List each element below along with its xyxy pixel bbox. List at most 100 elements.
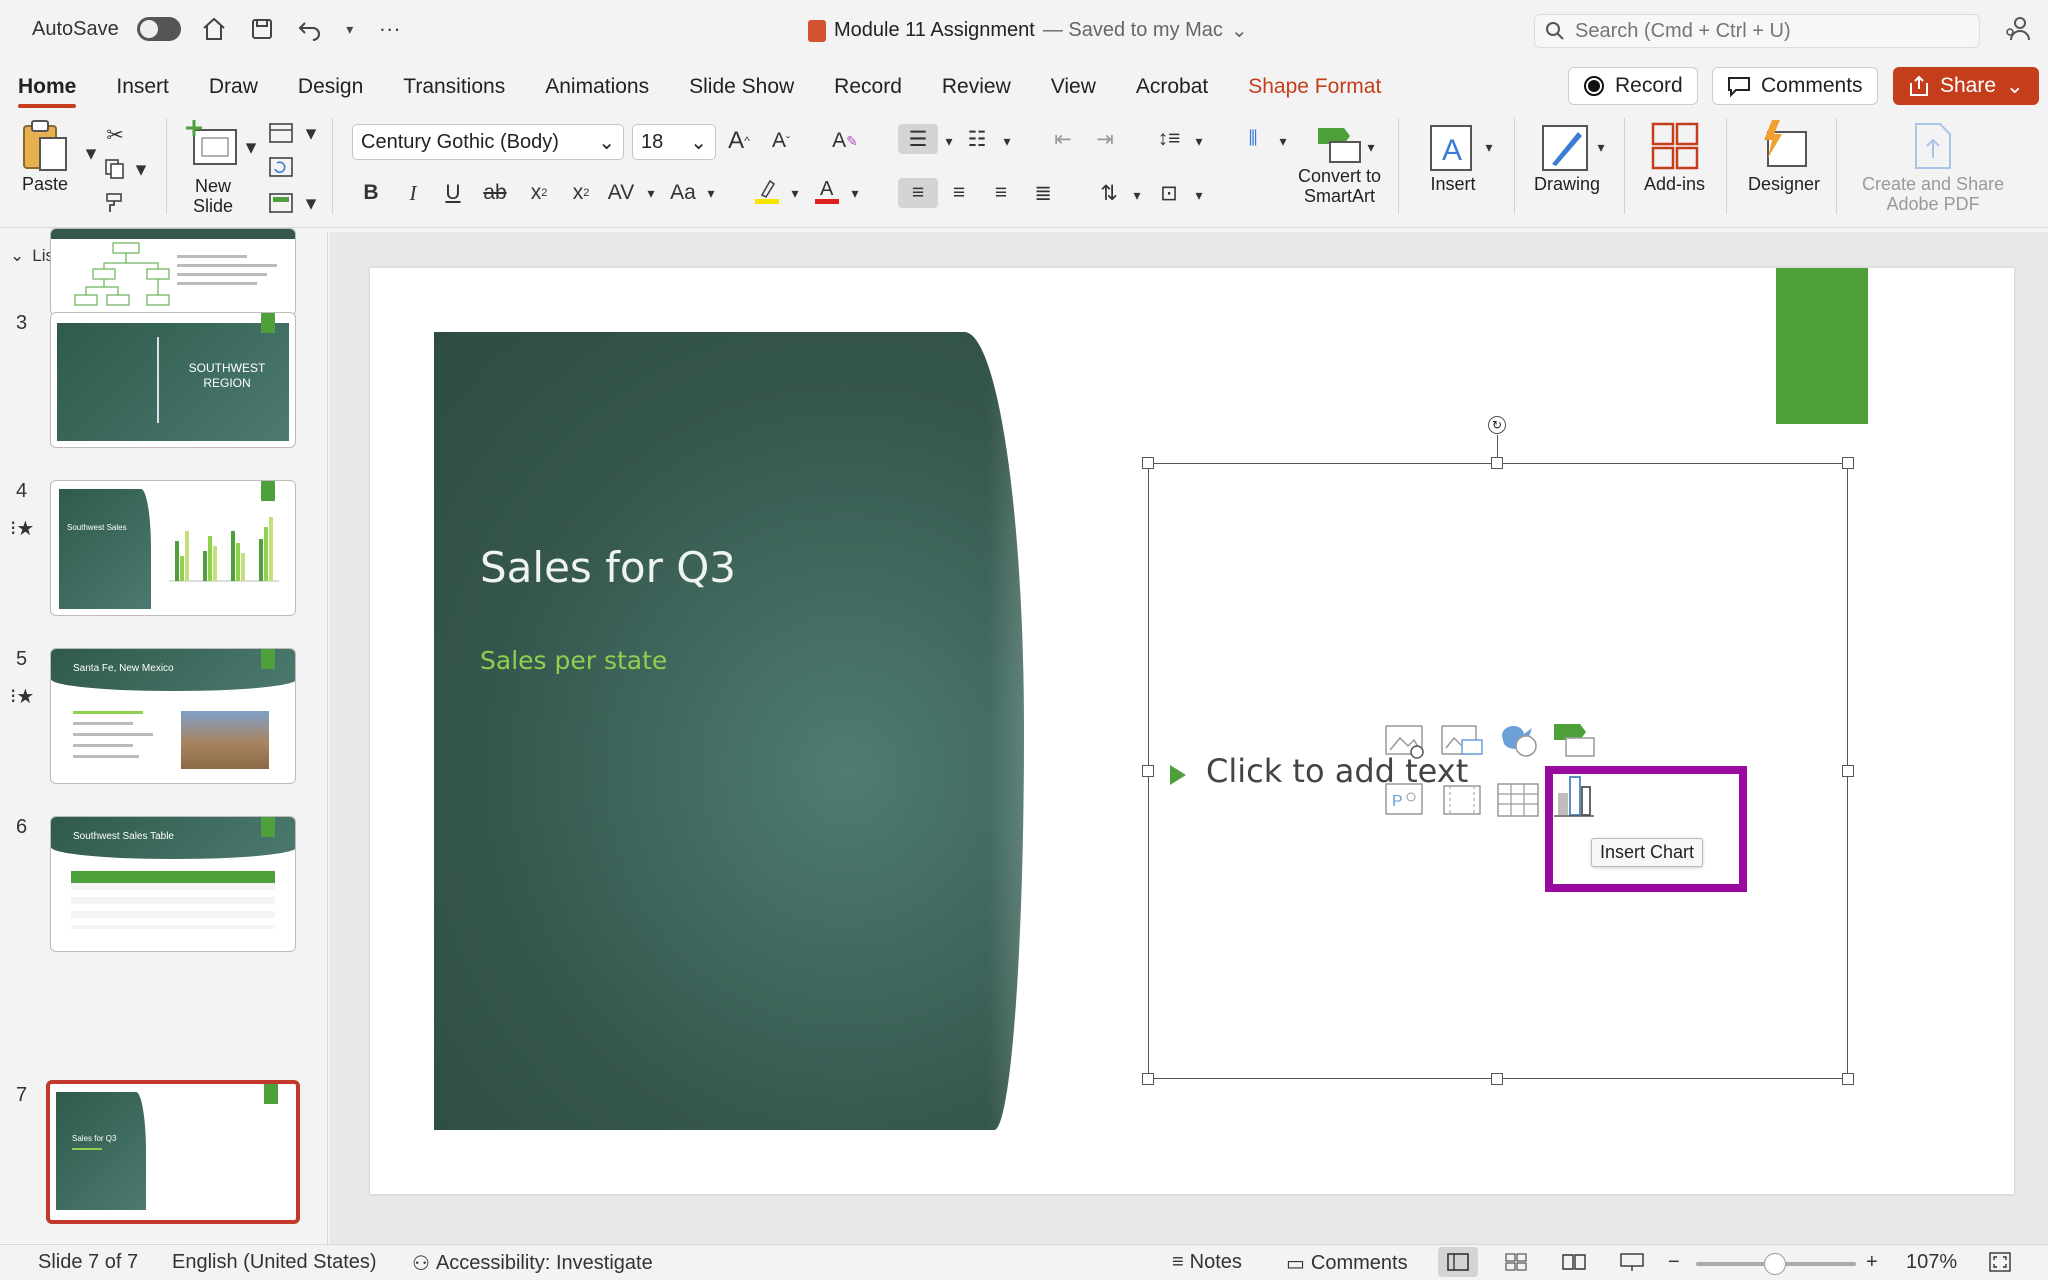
placeholder-text[interactable]: Click to add text — [1206, 752, 1468, 790]
slide-sorter-icon[interactable] — [1496, 1247, 1536, 1277]
undo-icon[interactable] — [295, 14, 325, 44]
bullets-icon[interactable]: ☰ — [898, 124, 938, 154]
text-direction-dropdown-icon[interactable]: ▾ — [1122, 180, 1152, 210]
zoom-level[interactable]: 107% — [1906, 1251, 1957, 1274]
section-icon[interactable] — [266, 188, 296, 218]
resize-handle[interactable] — [1842, 1073, 1854, 1085]
resize-handle[interactable] — [1142, 765, 1154, 777]
slide[interactable]: Sales for Q3 Sales per state ↻ Click to … — [370, 268, 2014, 1194]
reset-icon[interactable] — [266, 152, 296, 182]
tab-shape-format[interactable]: Shape Format — [1248, 64, 1401, 110]
save-icon[interactable] — [247, 14, 277, 44]
resize-handle[interactable] — [1491, 1073, 1503, 1085]
tab-review[interactable]: Review — [942, 64, 1031, 110]
slide-thumbnail-6[interactable]: Southwest Sales Table — [50, 816, 296, 952]
tab-draw[interactable]: Draw — [209, 64, 278, 110]
underline-button[interactable]: U — [438, 178, 468, 208]
cameo-icon[interactable]: P — [1384, 780, 1428, 820]
character-spacing-dropdown-icon[interactable]: ▾ — [636, 178, 666, 208]
smartart-dropdown-icon[interactable]: ▾ — [1356, 132, 1386, 162]
strikethrough-button[interactable]: ab — [480, 178, 510, 208]
clear-formatting-icon[interactable]: A ✎ — [830, 126, 860, 156]
subscript-button[interactable]: x2 — [566, 178, 596, 208]
numbering-dropdown-icon[interactable]: ▾ — [992, 126, 1022, 156]
italic-button[interactable]: I — [398, 178, 428, 208]
slide-thumbnail-2[interactable] — [50, 228, 296, 316]
slide-title[interactable]: Sales for Q3 — [480, 543, 736, 592]
tab-animations[interactable]: Animations — [545, 64, 669, 110]
layout-icon[interactable] — [266, 118, 296, 148]
icons-icon[interactable] — [1496, 718, 1540, 758]
slide-thumbnail-4[interactable]: Southwest Sales — [50, 480, 296, 616]
slide-thumbnail-5[interactable]: Santa Fe, New Mexico — [50, 648, 296, 784]
status-comments-button[interactable]: ▭ Comments — [1286, 1251, 1408, 1276]
tab-view[interactable]: View — [1051, 64, 1116, 110]
slide-thumbnail-3[interactable]: SOUTHWEST REGION — [50, 312, 296, 448]
designer-button[interactable]: Designer — [1748, 118, 1820, 194]
video-icon[interactable] — [1440, 780, 1484, 820]
numbering-icon[interactable]: ☷ — [962, 124, 992, 154]
change-case-icon[interactable]: Aa — [668, 178, 698, 208]
font-color-icon[interactable]: A — [812, 176, 842, 206]
search-box[interactable] — [1534, 14, 1980, 48]
new-slide-dropdown-icon[interactable]: ▾ — [236, 132, 266, 162]
resize-handle[interactable] — [1842, 765, 1854, 777]
cut-icon[interactable]: ✂ — [100, 120, 130, 150]
align-left-icon[interactable]: ≡ — [898, 178, 938, 208]
insert-shapes-button[interactable]: A Insert — [1428, 118, 1478, 194]
share-button[interactable]: Share ⌄ — [1893, 67, 2039, 105]
copy-dropdown-icon[interactable]: ▾ — [126, 154, 156, 184]
align-text-dropdown-icon[interactable]: ▾ — [1184, 180, 1214, 210]
addins-button[interactable]: Add-ins — [1644, 118, 1705, 194]
increase-indent-icon[interactable]: ⇥ — [1090, 124, 1120, 154]
highlight-dropdown-icon[interactable]: ▾ — [780, 178, 810, 208]
decrease-indent-icon[interactable]: ⇤ — [1048, 124, 1078, 154]
tab-insert[interactable]: Insert — [116, 64, 189, 110]
new-slide-button[interactable]: New Slide — [186, 118, 240, 216]
comments-button[interactable]: Comments — [1712, 67, 1878, 105]
search-input[interactable] — [1575, 19, 1955, 43]
font-color-dropdown-icon[interactable]: ▾ — [840, 178, 870, 208]
superscript-button[interactable]: x2 — [524, 178, 554, 208]
resize-handle[interactable] — [1142, 1073, 1154, 1085]
columns-dropdown-icon[interactable]: ▾ — [1268, 126, 1298, 156]
text-direction-icon[interactable]: ⇅ — [1094, 178, 1124, 208]
resize-handle[interactable] — [1842, 457, 1854, 469]
bullets-dropdown-icon[interactable]: ▾ — [934, 126, 964, 156]
slide-thumbnail-7[interactable]: Sales for Q3 — [46, 1080, 300, 1224]
slide-subtitle[interactable]: Sales per state — [480, 646, 667, 675]
record-button[interactable]: Record — [1568, 67, 1698, 105]
fit-to-window-icon[interactable] — [1980, 1247, 2020, 1277]
line-spacing-dropdown-icon[interactable]: ▾ — [1184, 126, 1214, 156]
font-size-select[interactable]: 18 ⌄ — [632, 124, 716, 160]
autosave-toggle[interactable] — [136, 17, 181, 41]
more-icon[interactable]: ··· — [375, 14, 405, 44]
highlight-icon[interactable] — [752, 176, 782, 206]
format-painter-icon[interactable] — [100, 188, 130, 218]
align-center-icon[interactable]: ≡ — [944, 178, 974, 208]
decrease-font-icon[interactable]: Aˇ — [766, 126, 796, 156]
reading-view-icon[interactable] — [1554, 1247, 1594, 1277]
language-indicator[interactable]: English (United States) — [172, 1251, 377, 1274]
paste-button[interactable]: Paste — [20, 118, 70, 194]
drawing-dropdown-icon[interactable]: ▾ — [1586, 132, 1616, 162]
resize-handle[interactable] — [1491, 457, 1503, 469]
home-icon[interactable] — [199, 14, 229, 44]
stock-images-icon[interactable] — [1384, 722, 1428, 762]
line-spacing-icon[interactable]: ↕≡ — [1154, 124, 1184, 154]
tab-slide-show[interactable]: Slide Show — [689, 64, 814, 110]
tab-design[interactable]: Design — [298, 64, 383, 110]
justify-icon[interactable]: ≣ — [1028, 178, 1058, 208]
table-icon[interactable] — [1496, 780, 1540, 820]
font-name-select[interactable]: Century Gothic (Body) ⌄ — [352, 124, 624, 160]
accessibility-button[interactable]: ⚇ Accessibility: Investigate — [412, 1251, 653, 1276]
document-title[interactable]: Module 11 Assignment — Saved to my Mac ⌄ — [808, 18, 1248, 43]
undo-dropdown-icon[interactable]: ▾ — [343, 14, 357, 44]
smartart-graphic-icon[interactable] — [1552, 720, 1596, 760]
insert-dropdown-icon[interactable]: ▾ — [1474, 132, 1504, 162]
increase-font-icon[interactable]: A ^ — [724, 126, 754, 156]
slideshow-view-icon[interactable] — [1612, 1247, 1652, 1277]
tab-home[interactable]: Home — [18, 64, 96, 110]
tab-acrobat[interactable]: Acrobat — [1136, 64, 1228, 110]
tab-transitions[interactable]: Transitions — [403, 64, 525, 110]
